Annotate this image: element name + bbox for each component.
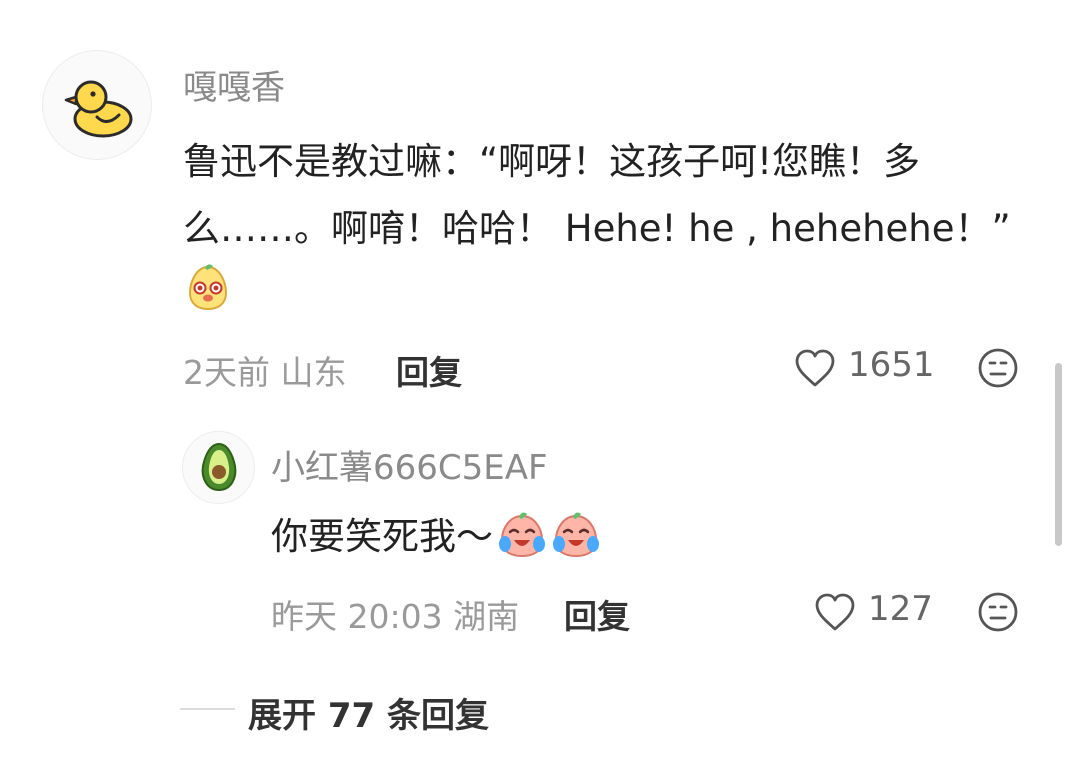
- dislike-button[interactable]: [977, 347, 1019, 393]
- avatar[interactable]: [42, 50, 152, 160]
- duck-icon: [64, 80, 133, 138]
- reply-like-count: 127: [868, 589, 933, 629]
- comment-location: 山东: [280, 353, 347, 392]
- comment-username[interactable]: 嘎嘎香: [183, 60, 285, 109]
- reply-dislike-button[interactable]: [977, 591, 1019, 637]
- comment-time: 2天前: [183, 353, 270, 392]
- cute-face-emoji: [183, 263, 233, 332]
- reply-reply-button[interactable]: 回复: [564, 590, 630, 638]
- heart-icon: [795, 349, 835, 387]
- reply-username[interactable]: 小红薯666C5EAF: [271, 440, 548, 489]
- expand-divider: [180, 708, 235, 710]
- heart-icon: [815, 593, 855, 631]
- reply-text: 你要笑死我～: [271, 506, 601, 567]
- reply-avatar[interactable]: [182, 431, 255, 504]
- scrollbar[interactable]: [1055, 363, 1062, 546]
- comment-text: 鲁迅不是教过嘛：“啊呀！这孩子呵!您瞧！多么……。啊唷！哈哈！ Hehe! he…: [183, 128, 1023, 332]
- reply-meta: 昨天 20:03 湖南: [271, 590, 519, 638]
- reply-location: 湖南: [453, 597, 520, 636]
- expand-replies-button[interactable]: 展开 77 条回复: [248, 688, 489, 737]
- comment-meta: 2天前 山东: [183, 346, 347, 394]
- reply-button[interactable]: 回复: [396, 346, 462, 394]
- neutral-face-icon: [978, 592, 1018, 632]
- like-count: 1651: [848, 345, 935, 385]
- avocado-icon: [201, 442, 237, 492]
- neutral-face-icon: [978, 348, 1018, 388]
- laugh-cry-emoji: [497, 510, 601, 567]
- reply-time: 昨天 20:03: [271, 597, 443, 636]
